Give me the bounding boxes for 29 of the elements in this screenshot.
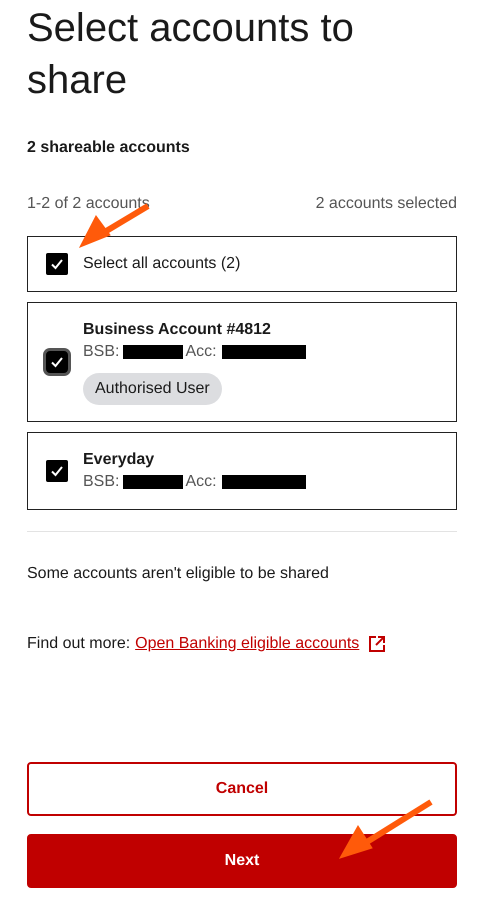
role-badge: Authorised User [83, 373, 222, 405]
account-card[interactable]: Everyday BSB: Acc: [27, 432, 457, 510]
find-out-more-text: Find out more: [27, 634, 130, 654]
account-name: Everyday [83, 450, 156, 470]
select-all-label: Select all accounts (2) [83, 254, 240, 274]
bsb-label: BSB: [83, 472, 120, 492]
cancel-button[interactable]: Cancel [27, 762, 457, 816]
ineligible-note: Some accounts aren't eligible to be shared [27, 564, 330, 584]
checkbox[interactable] [46, 253, 68, 275]
acc-label: Acc: [185, 472, 217, 492]
section-heading: 2 shareable accounts [27, 138, 191, 158]
account-name: Business Account #4812 [83, 320, 272, 340]
acc-label: Acc: [185, 342, 217, 362]
checkmark-icon [50, 258, 64, 270]
redaction-bar [123, 345, 184, 359]
eligible-accounts-link[interactable]: Open Banking eligible accounts [135, 632, 360, 656]
bsb-label: BSB: [83, 342, 120, 362]
external-link-icon [369, 636, 386, 652]
select-all-row[interactable]: Select all accounts (2) [27, 236, 457, 292]
selected-count: 2 accounts selected [316, 194, 457, 214]
page-title: Select accounts to share [27, 5, 355, 104]
checkbox[interactable] [46, 351, 68, 373]
checkmark-icon [50, 356, 64, 368]
checkbox[interactable] [46, 460, 68, 482]
checkmark-icon [50, 465, 64, 477]
account-card[interactable]: Business Account #4812 BSB: Acc: Authorised User [27, 302, 457, 422]
range-text: 1-2 of 2 accounts [27, 194, 150, 214]
redaction-bar [123, 475, 184, 489]
next-button[interactable]: Next [27, 834, 457, 888]
